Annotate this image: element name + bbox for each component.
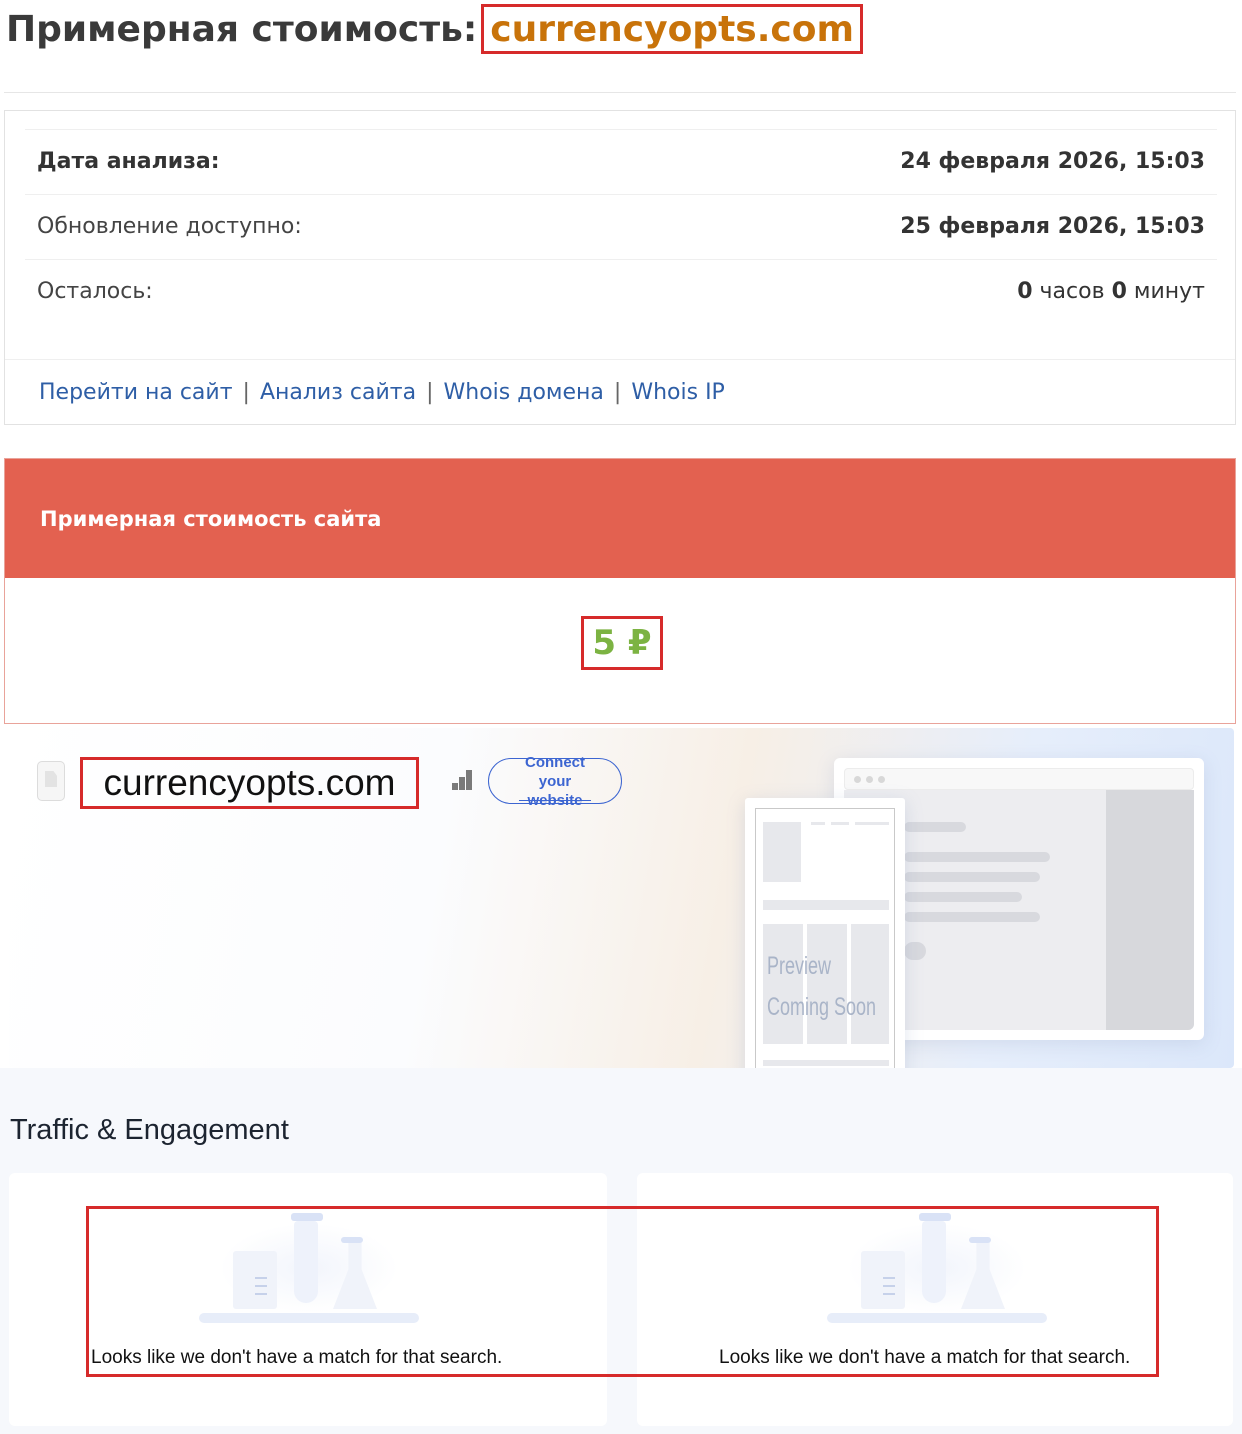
site-links: Перейти на сайт | Анализ сайта | Whois д… <box>5 359 1235 425</box>
page-title: Примерная стоимость: currencyopts.com <box>6 4 863 54</box>
go-to-site-link[interactable]: Перейти на сайт <box>39 380 233 405</box>
link-separator: | <box>613 380 622 405</box>
empty-state-lab-illustration-icon <box>827 1213 1047 1323</box>
page-title-prefix: Примерная стоимость: <box>6 8 478 50</box>
update-available-value: 25 февраля 2026, 15:03 <box>900 214 1205 239</box>
update-available-row: Обновление доступно: 25 февраля 2026, 15… <box>25 194 1217 258</box>
remaining-row: Осталось: 0 часов 0 минут <box>25 259 1217 323</box>
remaining-hours-value: 0 <box>1017 279 1033 304</box>
traffic-title: Traffic & Engagement <box>10 1113 289 1146</box>
whois-domain-link[interactable]: Whois домена <box>444 380 604 405</box>
site-value-body: 5 ₽ <box>5 578 1235 723</box>
empty-state-lab-illustration-icon <box>199 1213 419 1323</box>
remaining-hours-unit: часов <box>1039 279 1105 304</box>
site-domain-name: currencyopts.com <box>80 757 419 809</box>
site-analysis-link[interactable]: Анализ сайта <box>260 380 416 405</box>
update-available-label: Обновление доступно: <box>37 214 302 239</box>
site-value-heading: Примерная стоимость сайта <box>5 459 1235 578</box>
site-value-amount: 5 ₽ <box>581 616 663 670</box>
document-icon <box>37 761 65 801</box>
remaining-value: 0 часов 0 минут <box>1017 279 1205 304</box>
page-title-domain: currencyopts.com <box>481 4 863 54</box>
link-separator: | <box>242 380 250 405</box>
analysis-date-value: 24 февраля 2026, 15:03 <box>900 149 1205 174</box>
analysis-date-row: Дата анализа: 24 февраля 2026, 15:03 <box>25 129 1217 193</box>
preview-coming-soon: Preview Coming Soon <box>767 946 877 1028</box>
connect-website-button[interactable]: Connect your website <box>488 754 622 809</box>
no-match-message: Looks like we don't have a match for tha… <box>719 1347 1131 1368</box>
rank-bars-icon <box>452 770 474 790</box>
preview-line-2: Coming Soon <box>767 993 877 1021</box>
site-value-panel: Примерная стоимость сайта 5 ₽ <box>4 458 1236 724</box>
divider <box>4 92 1236 93</box>
remaining-minutes-unit: минут <box>1133 279 1205 304</box>
site-overview-card: currencyopts.com Connect your website Pr… <box>9 728 1234 1098</box>
no-match-message: Looks like we don't have a match for tha… <box>91 1347 503 1368</box>
traffic-card: Looks like we don't have a match for tha… <box>9 1173 607 1426</box>
preview-line-1: Preview <box>767 952 832 980</box>
analysis-date-label: Дата анализа: <box>37 149 220 174</box>
link-separator: | <box>426 380 434 405</box>
analysis-info-panel: Дата анализа: 24 февраля 2026, 15:03 Обн… <box>4 110 1236 425</box>
traffic-card: Looks like we don't have a match for tha… <box>637 1173 1233 1426</box>
whois-ip-link[interactable]: Whois IP <box>631 380 724 405</box>
remaining-label: Осталось: <box>37 279 153 304</box>
mobile-preview-mockup: Preview Coming Soon <box>745 798 905 1098</box>
remaining-minutes-value: 0 <box>1111 279 1127 304</box>
